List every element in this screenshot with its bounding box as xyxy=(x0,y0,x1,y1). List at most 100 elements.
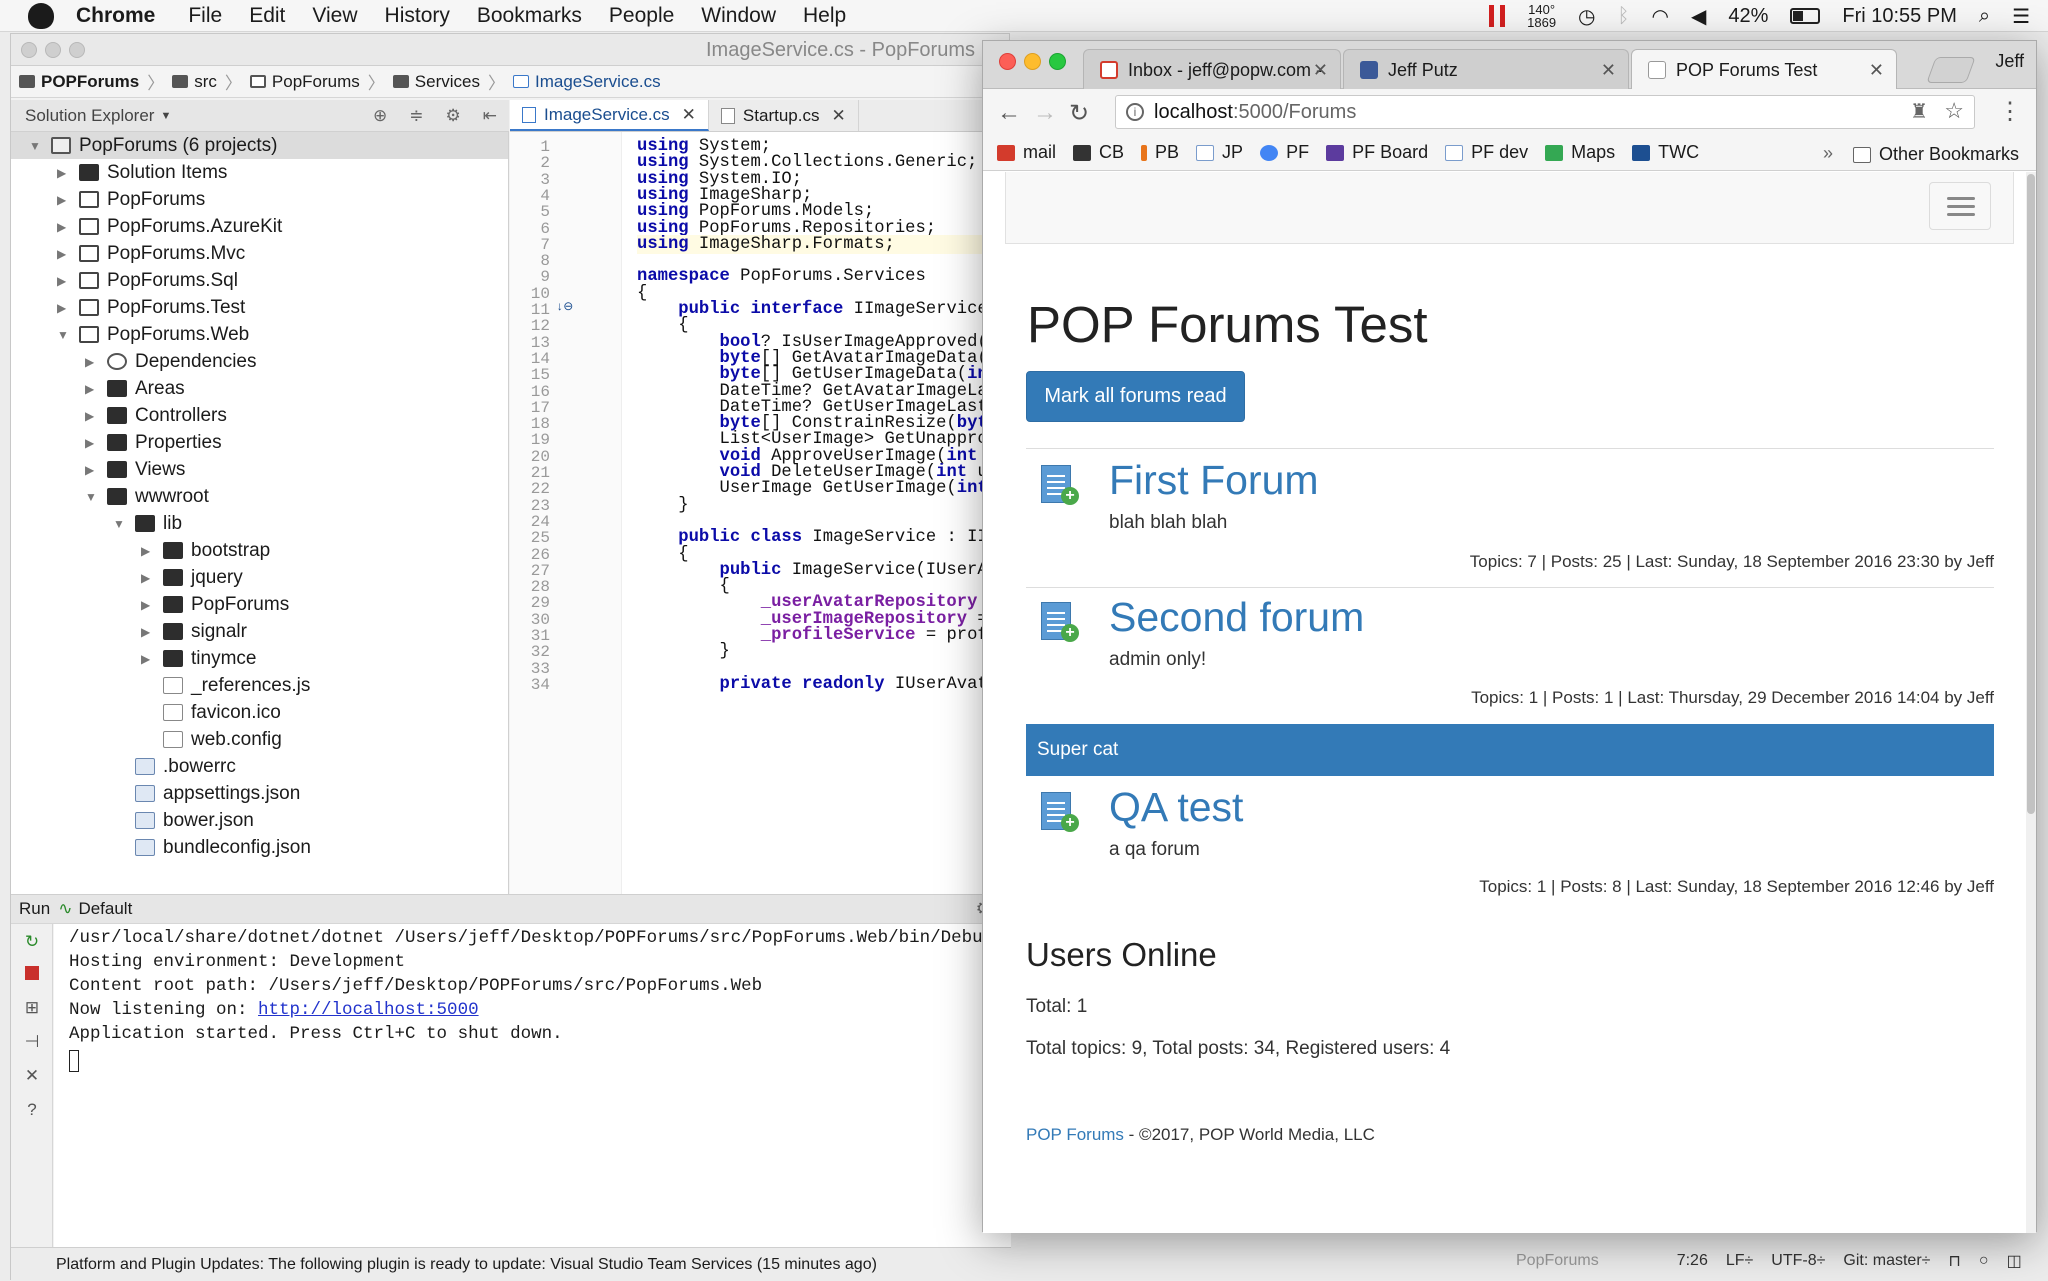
bookmark-pb[interactable]: PB xyxy=(1141,142,1179,163)
star-icon[interactable]: ☆ xyxy=(1944,98,1964,124)
chevron-right-icon[interactable]: ▶ xyxy=(85,355,107,369)
profile-name[interactable]: Jeff xyxy=(1995,51,2024,72)
tab-startup[interactable]: Startup.cs ✕ xyxy=(709,100,859,131)
bookmark-cb[interactable]: CB xyxy=(1073,142,1124,163)
chevron-right-icon[interactable]: » xyxy=(1823,143,1833,164)
bluetooth-icon[interactable]: ᛒ xyxy=(1618,5,1630,28)
chevron-right-icon[interactable]: ▶ xyxy=(141,544,163,558)
breadcrumb-item[interactable]: PopForums 〉 xyxy=(249,69,385,94)
wifi-icon[interactable]: ◠ xyxy=(1652,4,1669,29)
address-bar[interactable]: i localhost:5000/Forums ♜ ☆ xyxy=(1115,95,1975,129)
chevron-right-icon[interactable]: ▶ xyxy=(141,625,163,639)
menu-bookmarks[interactable]: Bookmarks xyxy=(477,4,582,28)
battery-percent[interactable]: 42% xyxy=(1728,5,1768,28)
forum-title-link[interactable]: First Forum xyxy=(1109,457,1319,504)
bookmark-jp[interactable]: JP xyxy=(1196,142,1243,163)
chevron-down-icon[interactable]: ▼ xyxy=(29,139,51,153)
menu-app-name[interactable]: Chrome xyxy=(76,4,155,28)
bookmark-pf[interactable]: PF xyxy=(1260,142,1309,163)
chevron-right-icon[interactable]: ▶ xyxy=(141,652,163,666)
other-bookmarks[interactable]: Other Bookmarks xyxy=(1853,144,2019,165)
tree-item[interactable]: ▶ PopForums.Mvc xyxy=(11,240,245,267)
tree-item[interactable]: bower.json xyxy=(11,807,254,834)
chevron-down-icon[interactable]: ▼ xyxy=(57,328,79,342)
forum-title-link[interactable]: Second forum xyxy=(1109,594,1364,641)
spotlight-icon[interactable]: ⌕ xyxy=(1979,5,1990,28)
tree-item[interactable]: ▶ jquery xyxy=(11,564,243,591)
close-icon[interactable]: ✕ xyxy=(831,106,845,126)
tree-item[interactable]: ▼ lib xyxy=(11,510,182,537)
forum-title-link[interactable]: QA test xyxy=(1109,784,1243,831)
bookmark-twc[interactable]: TWC xyxy=(1632,142,1699,163)
run-config[interactable]: Default xyxy=(78,899,132,919)
solution-explorer-header[interactable]: Solution Explorer ▼ ⊕ ≑ ⚙ ⇤ xyxy=(11,100,509,132)
tree-item[interactable]: ▶ PopForums.AzureKit xyxy=(11,213,282,240)
apple-icon[interactable] xyxy=(28,2,54,29)
parallels-icon[interactable] xyxy=(1489,5,1506,27)
gear-icon[interactable]: ⚙ xyxy=(446,106,461,126)
breadcrumb-item[interactable]: POPForums 〉 xyxy=(19,69,164,94)
tree-item[interactable]: .bowerrc xyxy=(11,753,236,780)
chevron-right-icon[interactable]: ▶ xyxy=(57,301,79,315)
tree-item[interactable]: web.config xyxy=(11,726,282,753)
close-icon[interactable]: ✕ xyxy=(1313,60,1328,81)
breadcrumb-item[interactable]: Services 〉 xyxy=(392,69,505,94)
mark-all-read-button[interactable]: Mark all forums read xyxy=(1026,371,1245,422)
tree-item[interactable]: ▶ PopForums.Sql xyxy=(11,267,238,294)
hamburger-menu-icon[interactable] xyxy=(1929,182,1991,230)
menu-history[interactable]: History xyxy=(385,4,450,28)
menu-help[interactable]: Help xyxy=(803,4,846,28)
tree-item[interactable]: ▼ wwwroot xyxy=(11,483,209,510)
tree-item[interactable]: ▶ bootstrap xyxy=(11,537,270,564)
zoom-window-button[interactable] xyxy=(1049,53,1066,70)
minimize-window-button[interactable] xyxy=(1024,53,1041,70)
tree-item[interactable]: ▶ Solution Items xyxy=(11,159,227,186)
pin-icon[interactable]: ⊣ xyxy=(23,1032,41,1051)
time-machine-icon[interactable]: ◷ xyxy=(1578,4,1595,29)
menu-window[interactable]: Window xyxy=(701,4,776,28)
back-icon[interactable]: ← xyxy=(997,99,1021,127)
reload-icon[interactable]: ↻ xyxy=(1069,99,1089,128)
tree-item[interactable]: ▼ PopForums.Web xyxy=(11,321,249,348)
menu-people[interactable]: People xyxy=(609,4,674,28)
status-branch[interactable]: Git: master÷ xyxy=(1843,1252,1930,1270)
close-icon[interactable]: ✕ xyxy=(682,105,696,125)
ide-close-button[interactable] xyxy=(21,42,37,58)
code-editor[interactable]: 1 2 3 4 5 6 7 8 9 10 11 12 13 14 15 16 17 18 19 20 21 22 23 24 2… xyxy=(510,132,1010,894)
tree-item[interactable]: ▶ PopForums.Test xyxy=(11,294,245,321)
chevron-right-icon[interactable]: ▶ xyxy=(85,382,107,396)
lock-icon[interactable]: ⊓ xyxy=(1948,1251,1960,1271)
tree-item[interactable]: ▶ PopForums xyxy=(11,591,289,618)
tree-item[interactable]: ▶ Views xyxy=(11,456,185,483)
new-tab-button[interactable] xyxy=(1926,57,1976,83)
status-project[interactable]: PopForums xyxy=(1516,1252,1599,1270)
tree-item[interactable]: favicon.ico xyxy=(11,699,281,726)
clock[interactable]: Fri 10:55 PM xyxy=(1842,5,1956,28)
bookmark-pf-dev[interactable]: PF dev xyxy=(1445,142,1528,163)
ide-minimize-button[interactable] xyxy=(45,42,61,58)
status-line-ending[interactable]: LF÷ xyxy=(1726,1252,1753,1270)
tab-pop-forums-test[interactable]: POP Forums Test ✕ xyxy=(1631,49,1897,90)
menu-icon[interactable]: ⋮ xyxy=(1998,97,2022,126)
volume-icon[interactable]: ◀ xyxy=(1691,4,1706,29)
tree-item[interactable]: ▶ Dependencies xyxy=(11,348,256,375)
extension-icon[interactable]: ♜ xyxy=(1910,99,1928,124)
status-message[interactable]: Platform and Plugin Updates: The followi… xyxy=(56,1256,877,1274)
chevron-right-icon[interactable]: ▶ xyxy=(141,571,163,585)
inspection-icon[interactable]: ○ xyxy=(1979,1252,1989,1270)
menu-edit[interactable]: Edit xyxy=(249,4,285,28)
info-icon[interactable]: i xyxy=(1126,103,1144,121)
bookmark-pf-board[interactable]: PF Board xyxy=(1326,142,1428,163)
tree-item[interactable]: ▶ PopForums xyxy=(11,186,205,213)
chevron-right-icon[interactable]: ▶ xyxy=(57,220,79,234)
close-window-button[interactable] xyxy=(999,53,1016,70)
layout-icon[interactable]: ⊞ xyxy=(23,998,41,1017)
help-icon[interactable]: ? xyxy=(23,1100,41,1119)
locate-icon[interactable]: ⊕ xyxy=(373,106,387,126)
tree-item[interactable]: ▼ PopForums (6 projects) xyxy=(11,132,508,159)
footer-link[interactable]: POP Forums xyxy=(1026,1125,1124,1144)
menu-view[interactable]: View xyxy=(312,4,357,28)
tree-item[interactable]: _references.js xyxy=(11,672,310,699)
run-console[interactable]: /usr/local/share/dotnet/dotnet /Users/je… xyxy=(54,924,1046,1276)
tree-item[interactable]: appsettings.json xyxy=(11,780,300,807)
